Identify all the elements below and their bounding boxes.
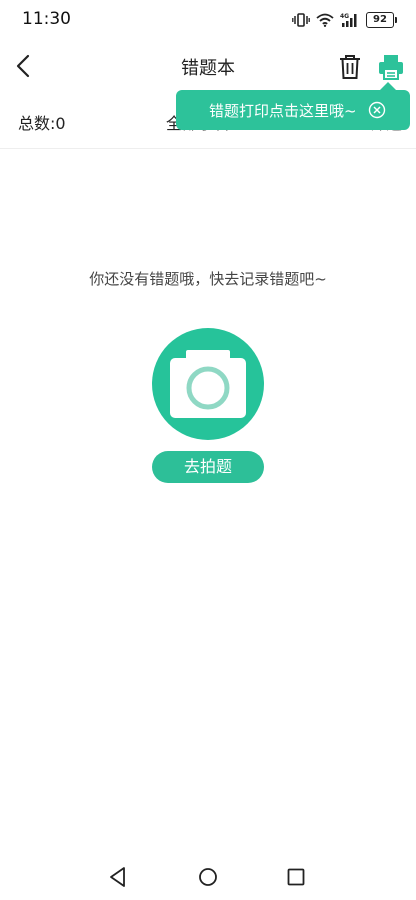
total-count: 总数:0 [18, 114, 66, 133]
system-nav-bar [0, 854, 416, 900]
printer-icon [379, 55, 403, 80]
svg-text:4G: 4G [340, 13, 349, 20]
header: 错题本 [0, 40, 416, 92]
take-photo-button[interactable]: 去拍题 [152, 451, 264, 483]
nav-back-button[interactable] [108, 866, 128, 892]
nav-recent-icon [287, 868, 305, 886]
close-circle-icon [368, 101, 386, 119]
nav-back-icon [110, 867, 125, 887]
trash-icon [340, 55, 360, 79]
nav-recent-button[interactable] [287, 868, 305, 890]
battery-icon: 92 [366, 12, 397, 28]
wifi-icon [316, 13, 334, 27]
delete-button[interactable] [337, 53, 363, 81]
tooltip-text: 错题打印点击这里哦~ [209, 102, 357, 120]
camera-icon [170, 350, 246, 418]
print-button[interactable] [376, 53, 406, 81]
screen: 11:30 4G 92 错题本 总数:0 错题打印点击这里哦~ 你还没有错题哦，… [0, 0, 416, 900]
empty-message: 你还没有错题哦，快去记录错题吧~ [89, 270, 327, 288]
camera-button[interactable] [152, 328, 264, 440]
tooltip-close-button[interactable] [368, 101, 386, 119]
nav-home-icon [199, 868, 217, 886]
status-icons: 4G 92 [292, 10, 397, 30]
status-time: 11:30 [22, 9, 71, 29]
vibrate-icon [292, 12, 310, 28]
print-tooltip[interactable]: 错题打印点击这里哦~ [176, 82, 410, 130]
status-bar: 11:30 4G 92 [0, 0, 416, 40]
nav-home-button[interactable] [198, 867, 218, 891]
4g-signal-icon: 4G [340, 12, 360, 28]
